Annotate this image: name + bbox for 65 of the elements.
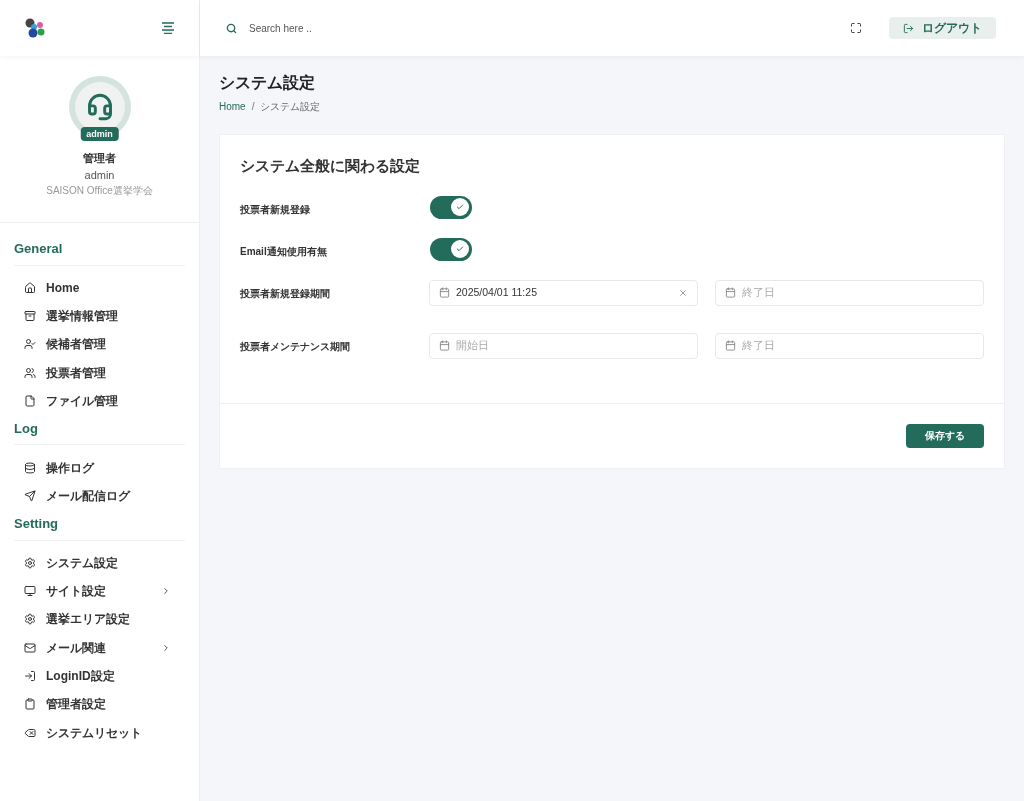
save-button[interactable]: 保存する — [906, 423, 984, 448]
users-icon — [24, 366, 36, 379]
chevron-icon — [161, 642, 171, 653]
setting-label: 投票者新規登録期間 — [240, 286, 331, 301]
page-title: システム設定 — [219, 73, 316, 93]
nav-item[interactable]: ファイル管理 — [14, 386, 185, 415]
section-heading: General — [14, 235, 185, 266]
logout-icon — [903, 22, 914, 34]
menu-icon[interactable] — [161, 22, 175, 34]
nav-item[interactable]: システムリセット — [14, 718, 185, 747]
monitor-icon — [24, 585, 36, 597]
breadcrumb-separator: / — [251, 100, 255, 114]
role-badge: admin — [80, 127, 119, 141]
check-icon — [456, 203, 464, 211]
nav-item[interactable]: 選挙情報管理 — [14, 301, 185, 331]
setting-label: Email通知使用有無 — [240, 244, 328, 259]
calendar-icon — [439, 340, 450, 351]
login-icon — [24, 669, 36, 682]
nav-item[interactable]: システム設定 — [14, 548, 185, 577]
home-icon — [24, 281, 36, 294]
user-name: 管理者 — [83, 151, 116, 166]
logout-button[interactable]: ログアウト — [889, 17, 996, 39]
settings-icon — [24, 613, 36, 626]
settings-icon — [24, 556, 36, 569]
calendar-icon — [439, 287, 450, 298]
organization: SAISON Office選挙学会 — [46, 184, 153, 198]
date-field[interactable]: 2025/04/01 11:25 — [429, 279, 698, 306]
nav-item[interactable]: メール関連 — [14, 633, 185, 662]
toggle-switch[interactable] — [430, 237, 472, 261]
file-icon — [24, 394, 36, 407]
nav-item[interactable]: LoginID設定 — [14, 661, 185, 691]
logo-icon[interactable] — [24, 18, 46, 38]
card-title: システム全般に関わる設定 — [240, 156, 421, 176]
backspace-icon — [24, 726, 36, 739]
chevron-icon — [161, 586, 171, 596]
nav-item[interactable]: 選挙エリア設定 — [14, 605, 185, 634]
fullscreen-icon[interactable] — [850, 22, 862, 34]
toggle-switch[interactable] — [430, 195, 472, 219]
check-icon — [456, 245, 464, 253]
clipboard-icon — [24, 698, 36, 711]
headset-icon — [85, 93, 114, 121]
nav-item[interactable]: 操作ログ — [14, 453, 185, 482]
section-heading: Log — [14, 415, 185, 446]
username: admin — [84, 167, 115, 183]
clear-icon[interactable] — [678, 287, 688, 298]
breadcrumb-current: システム設定 — [260, 100, 321, 114]
nav-item[interactable]: Home — [14, 273, 185, 302]
setting-label: 投票者新規登録 — [240, 202, 311, 217]
nav-item[interactable]: 候補者管理 — [14, 330, 185, 359]
nav-item[interactable]: サイト設定 — [14, 576, 185, 606]
user-check-icon — [24, 338, 36, 351]
nav-item[interactable]: 投票者管理 — [14, 358, 185, 387]
section-heading: Setting — [14, 510, 185, 541]
search-icon — [226, 22, 237, 34]
archive-icon — [24, 309, 36, 322]
calendar-icon — [725, 340, 736, 351]
send-icon — [24, 489, 36, 502]
calendar-icon — [725, 287, 736, 298]
database-icon — [24, 461, 36, 474]
mail-icon — [24, 641, 36, 654]
nav-item[interactable]: メール配信ログ — [14, 481, 185, 511]
setting-label: 投票者メンテナンス期間 — [240, 339, 351, 354]
nav-item[interactable]: 管理者設定 — [14, 690, 185, 719]
breadcrumb-link[interactable]: Home — [219, 99, 246, 114]
search-field[interactable]: Search here .. — [249, 20, 449, 36]
